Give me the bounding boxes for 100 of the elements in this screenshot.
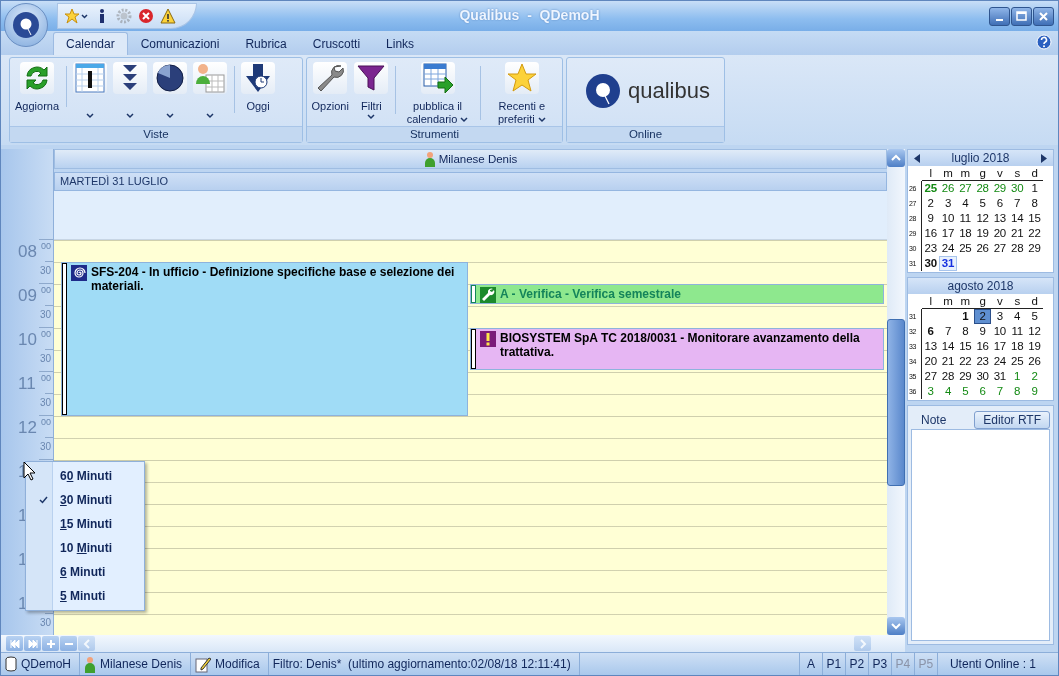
calendar-day[interactable]: 28 (939, 369, 957, 384)
maximize-button[interactable] (1011, 6, 1032, 26)
calendar-day[interactable]: 4 (956, 196, 974, 211)
calendar-day[interactable]: 21 (939, 354, 957, 369)
ribbon-button[interactable] (111, 62, 150, 119)
menu-item[interactable]: 5 Minuti (26, 584, 144, 608)
status-flag[interactable]: P1 (821, 653, 845, 675)
calendar-day[interactable]: 18 (956, 226, 974, 241)
close-icon[interactable] (138, 8, 154, 24)
calendar-day[interactable]: 9 (1025, 384, 1044, 399)
scroll-up-button[interactable] (887, 149, 905, 167)
calendar-day[interactable]: 30 (922, 256, 940, 271)
calendar-day[interactable]: 6 (991, 196, 1009, 211)
ribbon-button[interactable] (151, 62, 190, 119)
calendar-day[interactable]: 3 (939, 196, 957, 211)
calendar-day[interactable]: 29 (956, 369, 974, 384)
calendar-day[interactable]: 10 (991, 324, 1009, 339)
calendar-day[interactable]: 3 (991, 309, 1009, 324)
calendar-day[interactable]: 7 (939, 324, 957, 339)
calendar-day[interactable]: 8 (1025, 196, 1044, 211)
status-flag[interactable]: A (798, 653, 822, 675)
menu-item[interactable]: 6 Minuti (26, 560, 144, 584)
app-menu-button[interactable] (4, 3, 48, 47)
calendar-day[interactable]: 1 (1008, 369, 1026, 384)
ribbon-tab[interactable]: Rubrica (232, 32, 300, 55)
calendar-day[interactable]: 20 (991, 226, 1009, 241)
ribbon-button[interactable]: Recenti e preferiti (484, 62, 559, 126)
menu-item[interactable]: 10 Minuti (26, 536, 144, 560)
calendar-day[interactable]: 5 (1025, 309, 1044, 324)
close-button[interactable] (1033, 6, 1054, 26)
calendar-day[interactable]: 28 (973, 181, 992, 196)
calendar-day[interactable]: 9 (973, 324, 992, 339)
notes-field[interactable] (911, 429, 1050, 641)
help-icon[interactable] (1036, 34, 1052, 50)
scrollbar-thumb[interactable] (887, 319, 905, 486)
ribbon-button[interactable]: Filtri (352, 62, 397, 120)
calendar-day[interactable]: 26 (973, 241, 992, 256)
calendar-day[interactable]: 26 (1025, 354, 1044, 369)
calendar-day[interactable]: 24 (991, 354, 1009, 369)
ribbon-tab[interactable]: Comunicazioni (127, 32, 233, 55)
calendar-day[interactable]: 16 (922, 226, 940, 241)
calendar-day[interactable]: 14 (1008, 211, 1026, 226)
calendar-day[interactable]: 9 (922, 211, 940, 226)
calendar-day[interactable]: 7 (991, 384, 1009, 399)
calendar-day[interactable]: 3 (922, 384, 940, 399)
calendar-day[interactable]: 17 (939, 226, 957, 241)
calendar-day[interactable]: 21 (1008, 226, 1026, 241)
calendar-day[interactable]: 19 (1025, 339, 1044, 354)
status-flag[interactable]: P2 (844, 653, 868, 675)
calendar-event[interactable]: BIOSYSTEM SpA TC 2018/0031 - Monitorare avanzamento della trattativa. (470, 328, 884, 370)
calendar-day[interactable]: 11 (1008, 324, 1026, 339)
warning-icon[interactable] (160, 8, 176, 24)
calendar-day[interactable]: 12 (973, 211, 992, 226)
calendar-day[interactable]: 13 (991, 211, 1009, 226)
calendar-day[interactable]: 18 (1008, 339, 1026, 354)
calendar-day[interactable]: 28 (1008, 241, 1026, 256)
ribbon-tab[interactable]: Links (373, 32, 428, 55)
calendar-event[interactable]: SFS-204 - In ufficio - Definizione specifiche base e selezione dei materiali. (61, 262, 468, 416)
calendar-day[interactable]: 8 (956, 324, 974, 339)
calendar-day[interactable]: 23 (973, 354, 992, 369)
ribbon-tab[interactable]: Calendar (53, 32, 128, 55)
calendar-day[interactable]: 4 (939, 384, 957, 399)
calendar-day[interactable]: 4 (1008, 309, 1026, 324)
calendar-day[interactable]: 2 (922, 196, 940, 211)
calendar-day[interactable]: 15 (1025, 211, 1044, 226)
calendar-day[interactable]: 26 (939, 181, 957, 196)
calendar-day[interactable]: 22 (1025, 226, 1044, 241)
calendar-day[interactable]: 16 (973, 339, 992, 354)
next-month-icon[interactable] (1041, 154, 1047, 163)
calendar-day[interactable]: 1 (1025, 181, 1044, 196)
star-icon[interactable] (64, 8, 88, 24)
editor-button[interactable]: Editor RTF (974, 411, 1050, 429)
calendar-day[interactable]: 14 (939, 339, 957, 354)
calendar-day[interactable]: 7 (1008, 196, 1026, 211)
previous-month-icon[interactable] (914, 154, 920, 163)
calendar-day[interactable]: 25 (922, 181, 940, 196)
calendar-day[interactable]: 15 (956, 339, 974, 354)
calendar-day[interactable]: 29 (991, 181, 1009, 196)
calendar-day[interactable]: 12 (1025, 324, 1044, 339)
ribbon-tab[interactable]: Cruscotti (299, 32, 374, 55)
calendar-day[interactable]: 6 (922, 324, 940, 339)
calendar-day[interactable]: 2 (973, 309, 992, 324)
calendar-day[interactable]: 17 (991, 339, 1009, 354)
calendar-day[interactable]: 10 (939, 211, 957, 226)
calendar-day[interactable]: 27 (956, 181, 974, 196)
ribbon-button[interactable]: pubblica il calendario (400, 62, 481, 126)
calendar-day[interactable]: 19 (973, 226, 992, 241)
calendar-day[interactable]: 1 (956, 309, 974, 324)
calendar-day[interactable]: 24 (939, 241, 957, 256)
calendar-day[interactable]: 25 (1008, 354, 1026, 369)
ribbon-button[interactable]: Aggiorna (13, 62, 68, 113)
menu-item[interactable]: 15 Minuti (26, 512, 144, 536)
calendar-day[interactable]: 27 (991, 241, 1009, 256)
status-flag[interactable]: P3 (867, 653, 891, 675)
calendar-day[interactable]: 25 (956, 241, 974, 256)
calendar-day[interactable]: 6 (973, 384, 992, 399)
calendar-day[interactable]: 31 (991, 369, 1009, 384)
calendar-day[interactable]: 13 (922, 339, 940, 354)
minimize-button[interactable] (989, 6, 1010, 26)
calendar-day[interactable]: 5 (973, 196, 992, 211)
